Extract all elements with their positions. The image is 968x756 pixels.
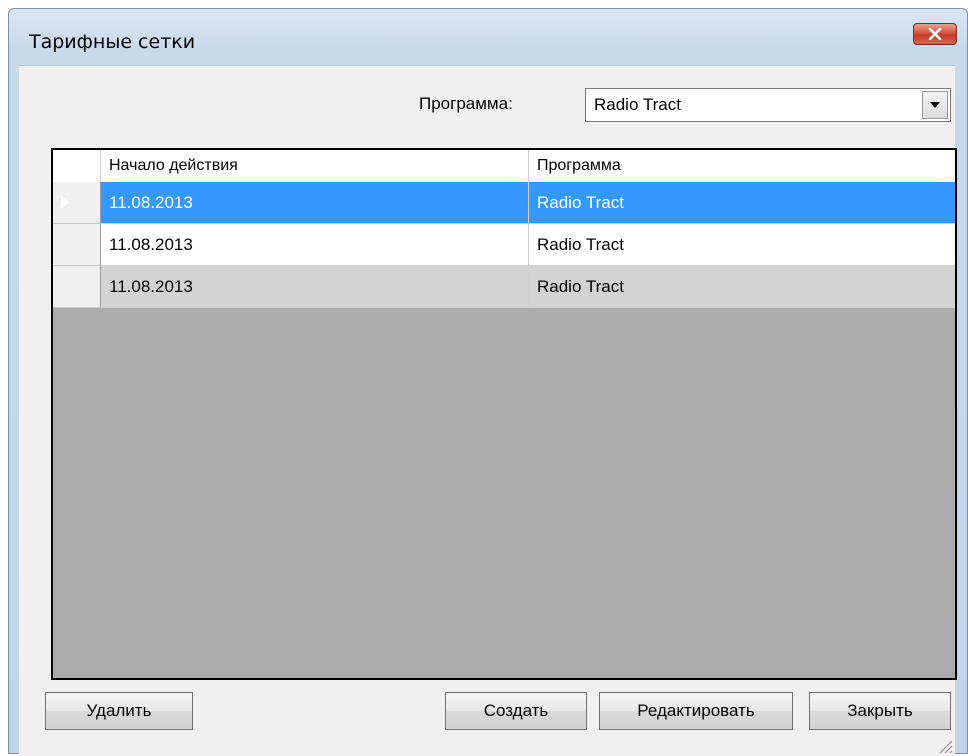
window-close-button[interactable] xyxy=(913,23,957,45)
table-row[interactable]: 11.08.2013 Radio Tract xyxy=(53,266,955,308)
row-header[interactable] xyxy=(53,182,101,224)
cell-start-date[interactable]: 11.08.2013 xyxy=(101,224,529,266)
cell-program[interactable]: Radio Tract xyxy=(529,224,955,266)
desktop: Тарифные сетки Программа: Radio Tract На… xyxy=(0,0,968,756)
column-header-program[interactable]: Программа xyxy=(529,150,955,182)
cell-program[interactable]: Radio Tract xyxy=(529,266,955,308)
table-header: Начало действия Программа xyxy=(53,150,955,183)
delete-button[interactable]: Удалить xyxy=(45,692,193,730)
current-row-arrow-icon xyxy=(61,195,69,209)
window-client-area: Программа: Radio Tract Начало действия П… xyxy=(19,65,957,756)
column-header-start-date[interactable]: Начало действия xyxy=(101,150,529,182)
chevron-down-icon xyxy=(930,102,940,108)
close-button[interactable]: Закрыть xyxy=(809,692,951,730)
table-row[interactable]: 11.08.2013 Radio Tract xyxy=(53,224,955,266)
cell-program[interactable]: Radio Tract xyxy=(529,182,955,224)
cell-start-date[interactable]: 11.08.2013 xyxy=(101,266,529,308)
title-bar[interactable]: Тарифные сетки xyxy=(9,9,967,65)
edit-button[interactable]: Редактировать xyxy=(599,692,793,730)
create-button[interactable]: Создать xyxy=(445,692,587,730)
row-header[interactable] xyxy=(53,266,101,308)
tariff-grid-table[interactable]: Начало действия Программа 11.08.2013 Rad… xyxy=(51,148,957,680)
program-select[interactable]: Radio Tract xyxy=(585,88,951,122)
program-filter-label: Программа: xyxy=(419,94,513,113)
program-select-dropdown-button[interactable] xyxy=(922,91,948,119)
close-icon xyxy=(928,28,942,40)
row-header[interactable] xyxy=(53,224,101,266)
window-title: Тарифные сетки xyxy=(29,31,196,53)
row-header-column xyxy=(53,150,101,182)
cell-start-date[interactable]: 11.08.2013 xyxy=(101,182,529,224)
table-row[interactable]: 11.08.2013 Radio Tract xyxy=(53,182,955,224)
program-select-value: Radio Tract xyxy=(594,95,681,114)
resize-grip-icon[interactable] xyxy=(935,736,953,754)
tariff-grids-window: Тарифные сетки Программа: Radio Tract На… xyxy=(8,8,968,756)
